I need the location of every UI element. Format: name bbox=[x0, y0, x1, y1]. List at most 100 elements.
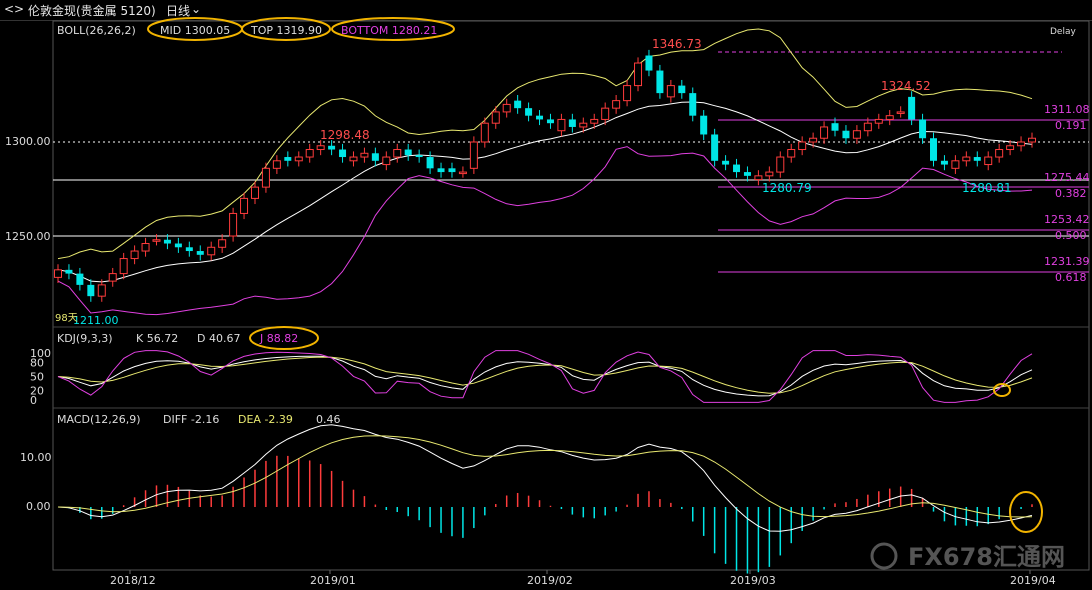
candle-body bbox=[842, 130, 850, 139]
kdj-j-label: J 88.82 bbox=[259, 332, 298, 345]
fib-price-label: 1275.44 bbox=[1044, 171, 1090, 184]
fib-ratio-label: 0.500 bbox=[1055, 229, 1087, 242]
candle-body bbox=[415, 155, 423, 158]
candle-body bbox=[218, 239, 227, 248]
date-tick: 2019/02 bbox=[527, 574, 573, 587]
boll-mid-line bbox=[57, 101, 1033, 283]
annotation-low-2: 1280.81 bbox=[962, 181, 1012, 195]
candle-body bbox=[229, 212, 238, 237]
kdj-axis: 1008050200 bbox=[30, 347, 51, 407]
boll-bottom-label: BOTTOM 1280.21 bbox=[341, 24, 437, 37]
candle-body bbox=[623, 85, 632, 102]
candle-body bbox=[579, 122, 588, 128]
candle-body bbox=[787, 149, 796, 158]
fib-price-label: 1253.42 bbox=[1044, 213, 1090, 226]
fib-price-label: 1231.39 bbox=[1044, 255, 1090, 268]
annotation-low-start: 1211.00 bbox=[73, 314, 119, 327]
candle-body bbox=[919, 119, 927, 139]
candle-body bbox=[108, 273, 117, 282]
watermark-logo-icon bbox=[870, 542, 898, 570]
candle-body bbox=[820, 126, 829, 139]
candle-body bbox=[930, 138, 938, 161]
candle-body bbox=[645, 55, 653, 71]
candle-body bbox=[437, 168, 445, 173]
candle-body bbox=[316, 145, 325, 151]
candle-body bbox=[514, 100, 522, 109]
date-tick: 2018/12 bbox=[110, 574, 156, 587]
candle-body bbox=[119, 258, 128, 275]
candle-body bbox=[491, 111, 500, 124]
kdj-d-label: D 40.67 bbox=[197, 332, 240, 345]
watermark: FX678汇通网 bbox=[908, 543, 1065, 571]
candle-body bbox=[885, 115, 894, 120]
candle-body bbox=[711, 134, 719, 161]
macd-name: MACD(12,26,9) bbox=[57, 413, 141, 426]
boll-top-label: TOP 1319.90 bbox=[250, 24, 322, 37]
candle-body bbox=[590, 118, 599, 124]
fib-labels: 1311.08 0.191 1275.44 0.382 1253.42 0.500 1231… bbox=[1044, 103, 1090, 284]
price-tick-1250: 1250.00 bbox=[5, 230, 51, 243]
candle-body bbox=[393, 149, 402, 158]
candle-body bbox=[87, 284, 95, 297]
macd-tick-0: 0.00 bbox=[26, 500, 51, 513]
candle-body bbox=[360, 152, 369, 158]
candle-body bbox=[240, 197, 249, 214]
kdj-d-line bbox=[57, 356, 1033, 394]
boll-name: BOLL(26,26,2) bbox=[57, 24, 136, 37]
candle-body bbox=[809, 137, 818, 143]
candle-body bbox=[754, 175, 763, 181]
candle-body bbox=[284, 157, 292, 161]
annotation-days: 98天 bbox=[55, 313, 78, 324]
candle-body bbox=[525, 108, 533, 116]
fib-ratio-label: 0.618 bbox=[1055, 271, 1087, 284]
date-tick: 2019/04 bbox=[1010, 574, 1056, 587]
candle-body bbox=[339, 149, 347, 158]
candle-body bbox=[371, 153, 379, 161]
candle-body bbox=[940, 160, 948, 165]
kdj-tick: 0 bbox=[30, 394, 37, 407]
delay-label: Delay bbox=[1050, 27, 1076, 37]
candle-body bbox=[656, 70, 664, 94]
candle-body bbox=[272, 160, 281, 169]
candle-body bbox=[1006, 145, 1015, 151]
candle-body bbox=[973, 157, 981, 161]
candle-body bbox=[689, 93, 697, 116]
candle-body bbox=[984, 156, 993, 166]
boll-mid-label: MID 1300.05 bbox=[160, 24, 230, 37]
macd-value: 0.46 bbox=[316, 413, 341, 426]
candle-body bbox=[294, 156, 303, 162]
candle-body bbox=[612, 100, 621, 109]
candle-body bbox=[852, 130, 861, 139]
candle-body bbox=[962, 156, 971, 162]
chart-canvas[interactable]: 1300.00 1250.00 1311.08 0.191 1275.44 0.382… bbox=[0, 0, 1092, 590]
candle-body bbox=[666, 85, 675, 98]
macd-diff-label: DIFF -2.16 bbox=[163, 413, 219, 426]
candle-body bbox=[536, 115, 544, 120]
candle-body bbox=[426, 157, 434, 169]
candle-body bbox=[480, 122, 489, 143]
candle-body bbox=[1017, 141, 1026, 147]
candle-body bbox=[448, 168, 456, 173]
kdj-tick: 80 bbox=[30, 356, 44, 369]
candle-body bbox=[863, 122, 872, 132]
candle-body bbox=[97, 284, 106, 297]
candle-body bbox=[65, 269, 73, 274]
chart-frame bbox=[52, 20, 1090, 571]
candle-body bbox=[130, 250, 139, 260]
candle-body bbox=[700, 115, 708, 135]
date-tick: 2019/03 bbox=[730, 574, 776, 587]
candle-body bbox=[458, 171, 467, 175]
candle-body bbox=[185, 247, 193, 252]
candle-body bbox=[733, 164, 741, 173]
kdj-name: KDJ(9,3,3) bbox=[57, 332, 113, 345]
candle-body bbox=[678, 85, 686, 94]
macd-dea-line bbox=[57, 435, 1033, 518]
candle-body bbox=[546, 119, 554, 124]
candle-body bbox=[196, 251, 204, 255]
kdj-k-label: K 56.72 bbox=[136, 332, 178, 345]
kdj-tick: 50 bbox=[30, 371, 44, 384]
annotation-high-2: 1324.52 bbox=[881, 79, 931, 93]
candle-body bbox=[1028, 137, 1036, 143]
candle-body bbox=[328, 145, 336, 150]
price-tick-1300: 1300.00 bbox=[5, 135, 51, 148]
